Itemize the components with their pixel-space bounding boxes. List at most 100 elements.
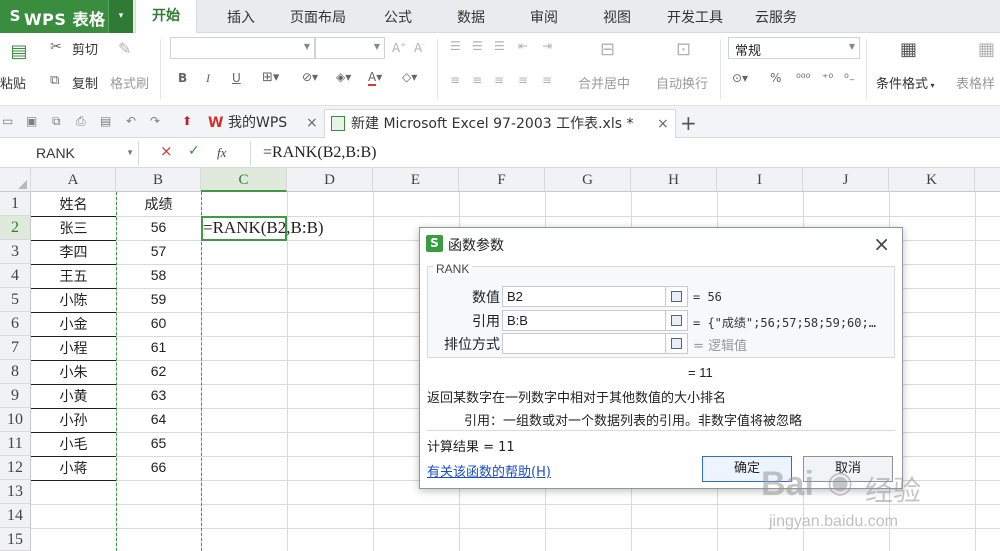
cell-name[interactable]: 小孙 (31, 410, 116, 430)
copy-button[interactable]: 复制 (72, 73, 98, 92)
row-header-10[interactable]: 10 (0, 408, 31, 432)
cell-name[interactable]: 小毛 (31, 434, 116, 454)
range-select-button[interactable] (666, 310, 688, 331)
close-icon[interactable]: × (306, 109, 318, 137)
formula-input[interactable]: =RANK(B2,B:B) (250, 141, 1000, 165)
undo-icon[interactable]: ↶ (126, 114, 136, 128)
cell-score[interactable]: 59 (116, 291, 201, 307)
cell-score[interactable]: 56 (116, 219, 201, 235)
align-bottom-icon[interactable]: ☰ (494, 39, 505, 53)
paste-button[interactable]: 粘贴 (0, 73, 26, 92)
row-header-7[interactable]: 7 (0, 336, 31, 360)
param-input-ref[interactable]: B:B (502, 310, 666, 331)
redo-icon[interactable]: ↷ (150, 114, 160, 128)
conditional-format-icon[interactable]: ▦ (900, 39, 917, 60)
row-header-2[interactable]: 2 (0, 216, 31, 240)
copy-icon[interactable]: ⧉ (50, 73, 59, 88)
distribute-icon[interactable]: ≡ (542, 73, 552, 87)
align-middle-icon[interactable]: ☰ (472, 39, 483, 53)
name-box[interactable]: RANK ▼ (0, 141, 139, 165)
function-help-link[interactable]: 有关该函数的帮助(H) (427, 461, 551, 480)
row-header-3[interactable]: 3 (0, 240, 31, 264)
justify-icon[interactable]: ≡ (518, 73, 528, 87)
clear-format-icon[interactable]: ◇▾ (402, 70, 417, 84)
cell-score[interactable]: 65 (116, 435, 201, 451)
row-header-6[interactable]: 6 (0, 312, 31, 336)
column-header-d[interactable]: D (287, 168, 373, 192)
range-select-button[interactable] (666, 333, 688, 354)
row-header-12[interactable]: 12 (0, 456, 31, 480)
paste-icon[interactable]: ▤ (8, 41, 30, 63)
number-format-combo[interactable]: 常规 ▼ (728, 37, 860, 59)
ok-button[interactable]: 确定 (702, 456, 792, 482)
indent-increase-icon[interactable]: ⇥ (542, 39, 552, 53)
select-all-corner[interactable] (0, 168, 31, 192)
cell-score[interactable]: 66 (116, 459, 201, 475)
cell-name[interactable]: 小金 (31, 314, 116, 334)
cancel-button[interactable]: 取消 (803, 456, 893, 482)
indent-decrease-icon[interactable]: ⇤ (518, 39, 528, 53)
wrap-text-button[interactable]: 自动换行 (656, 73, 708, 92)
cell-score[interactable]: 63 (116, 387, 201, 403)
font-style-icon[interactable]: ⊘▾ (302, 70, 318, 84)
tab-data[interactable]: 数据 (457, 7, 485, 27)
app-menu-caret-icon[interactable]: ▾ (108, 0, 133, 33)
param-input-order[interactable] (502, 333, 666, 354)
print-icon[interactable]: ⎙ (76, 114, 86, 129)
cell-score[interactable]: 60 (116, 315, 201, 331)
doc-tab-active-workbook[interactable]: 新建 Microsoft Excel 97-2003 工作表.xls * × (324, 109, 676, 138)
increase-decimal-icon[interactable]: ⁺⁰ (822, 71, 833, 85)
merge-center-button[interactable]: 合并居中 (578, 73, 630, 92)
print-preview-icon[interactable]: ▤ (100, 114, 111, 128)
format-painter-button[interactable]: 格式刷 (110, 73, 149, 92)
save-icon[interactable]: ▣ (26, 114, 37, 128)
decrease-decimal-icon[interactable]: ⁰₋ (844, 71, 855, 85)
new-tab-button[interactable]: + (680, 109, 700, 138)
font-name-combo[interactable]: ▼ (170, 37, 315, 59)
chevron-down-icon[interactable]: ▼ (126, 141, 134, 165)
italic-icon[interactable]: I (206, 71, 210, 86)
row-header-11[interactable]: 11 (0, 432, 31, 456)
table-style-button[interactable]: 表格样 (956, 73, 995, 92)
export-icon[interactable]: ⧉ (52, 114, 61, 129)
merge-center-icon[interactable]: ⊟ (600, 39, 615, 60)
cancel-formula-icon[interactable]: × (160, 142, 173, 160)
insert-function-icon[interactable]: fx (217, 145, 226, 161)
cell-score[interactable]: 58 (116, 267, 201, 283)
close-icon[interactable]: × (873, 232, 890, 256)
cell-name[interactable]: 小蒋 (31, 458, 116, 478)
cell-a1[interactable]: 姓名 (31, 194, 116, 214)
app-menu-button[interactable]: S WPS 表格 ▾ (0, 0, 133, 33)
column-header-l[interactable] (975, 168, 1000, 192)
open-icon[interactable]: ▭ (2, 114, 13, 128)
tab-cloud[interactable]: 云服务 (755, 7, 797, 27)
dialog-title-bar[interactable]: S 函数参数 × (420, 228, 902, 260)
table-style-icon[interactable]: ▦ (978, 39, 995, 60)
tab-review[interactable]: 审阅 (530, 7, 558, 27)
cell-name[interactable]: 小程 (31, 338, 116, 358)
cell-name[interactable]: 小朱 (31, 362, 116, 382)
fill-color-icon[interactable]: ◈▾ (336, 70, 351, 84)
active-cell-editor[interactable]: =RANK(B2,B:B) (203, 218, 324, 238)
column-header-k[interactable]: K (889, 168, 975, 192)
currency-icon[interactable]: ⊙▾ (732, 71, 748, 85)
tab-home[interactable]: 开始 (135, 0, 197, 34)
column-header-e[interactable]: E (373, 168, 459, 192)
wrap-text-icon[interactable]: ⊡ (676, 39, 691, 60)
close-icon[interactable]: × (657, 110, 669, 138)
column-header-h[interactable]: H (631, 168, 717, 192)
percent-icon[interactable]: % (770, 71, 781, 85)
underline-icon[interactable]: U (232, 71, 241, 85)
tab-developer[interactable]: 开发工具 (667, 7, 723, 27)
row-header-13[interactable]: 13 (0, 480, 31, 504)
tab-insert[interactable]: 插入 (227, 7, 255, 27)
scissors-icon[interactable]: ✂ (50, 39, 62, 55)
align-top-icon[interactable]: ☰ (450, 39, 461, 53)
cell-name[interactable]: 张三 (31, 218, 116, 238)
column-header-f[interactable]: F (459, 168, 545, 192)
bold-icon[interactable]: B (178, 71, 187, 85)
thousands-icon[interactable]: ⁰⁰⁰ (796, 71, 810, 85)
cell-name[interactable]: 小陈 (31, 290, 116, 310)
column-header-c[interactable]: C (201, 168, 287, 192)
cell-name[interactable]: 王五 (31, 266, 116, 286)
